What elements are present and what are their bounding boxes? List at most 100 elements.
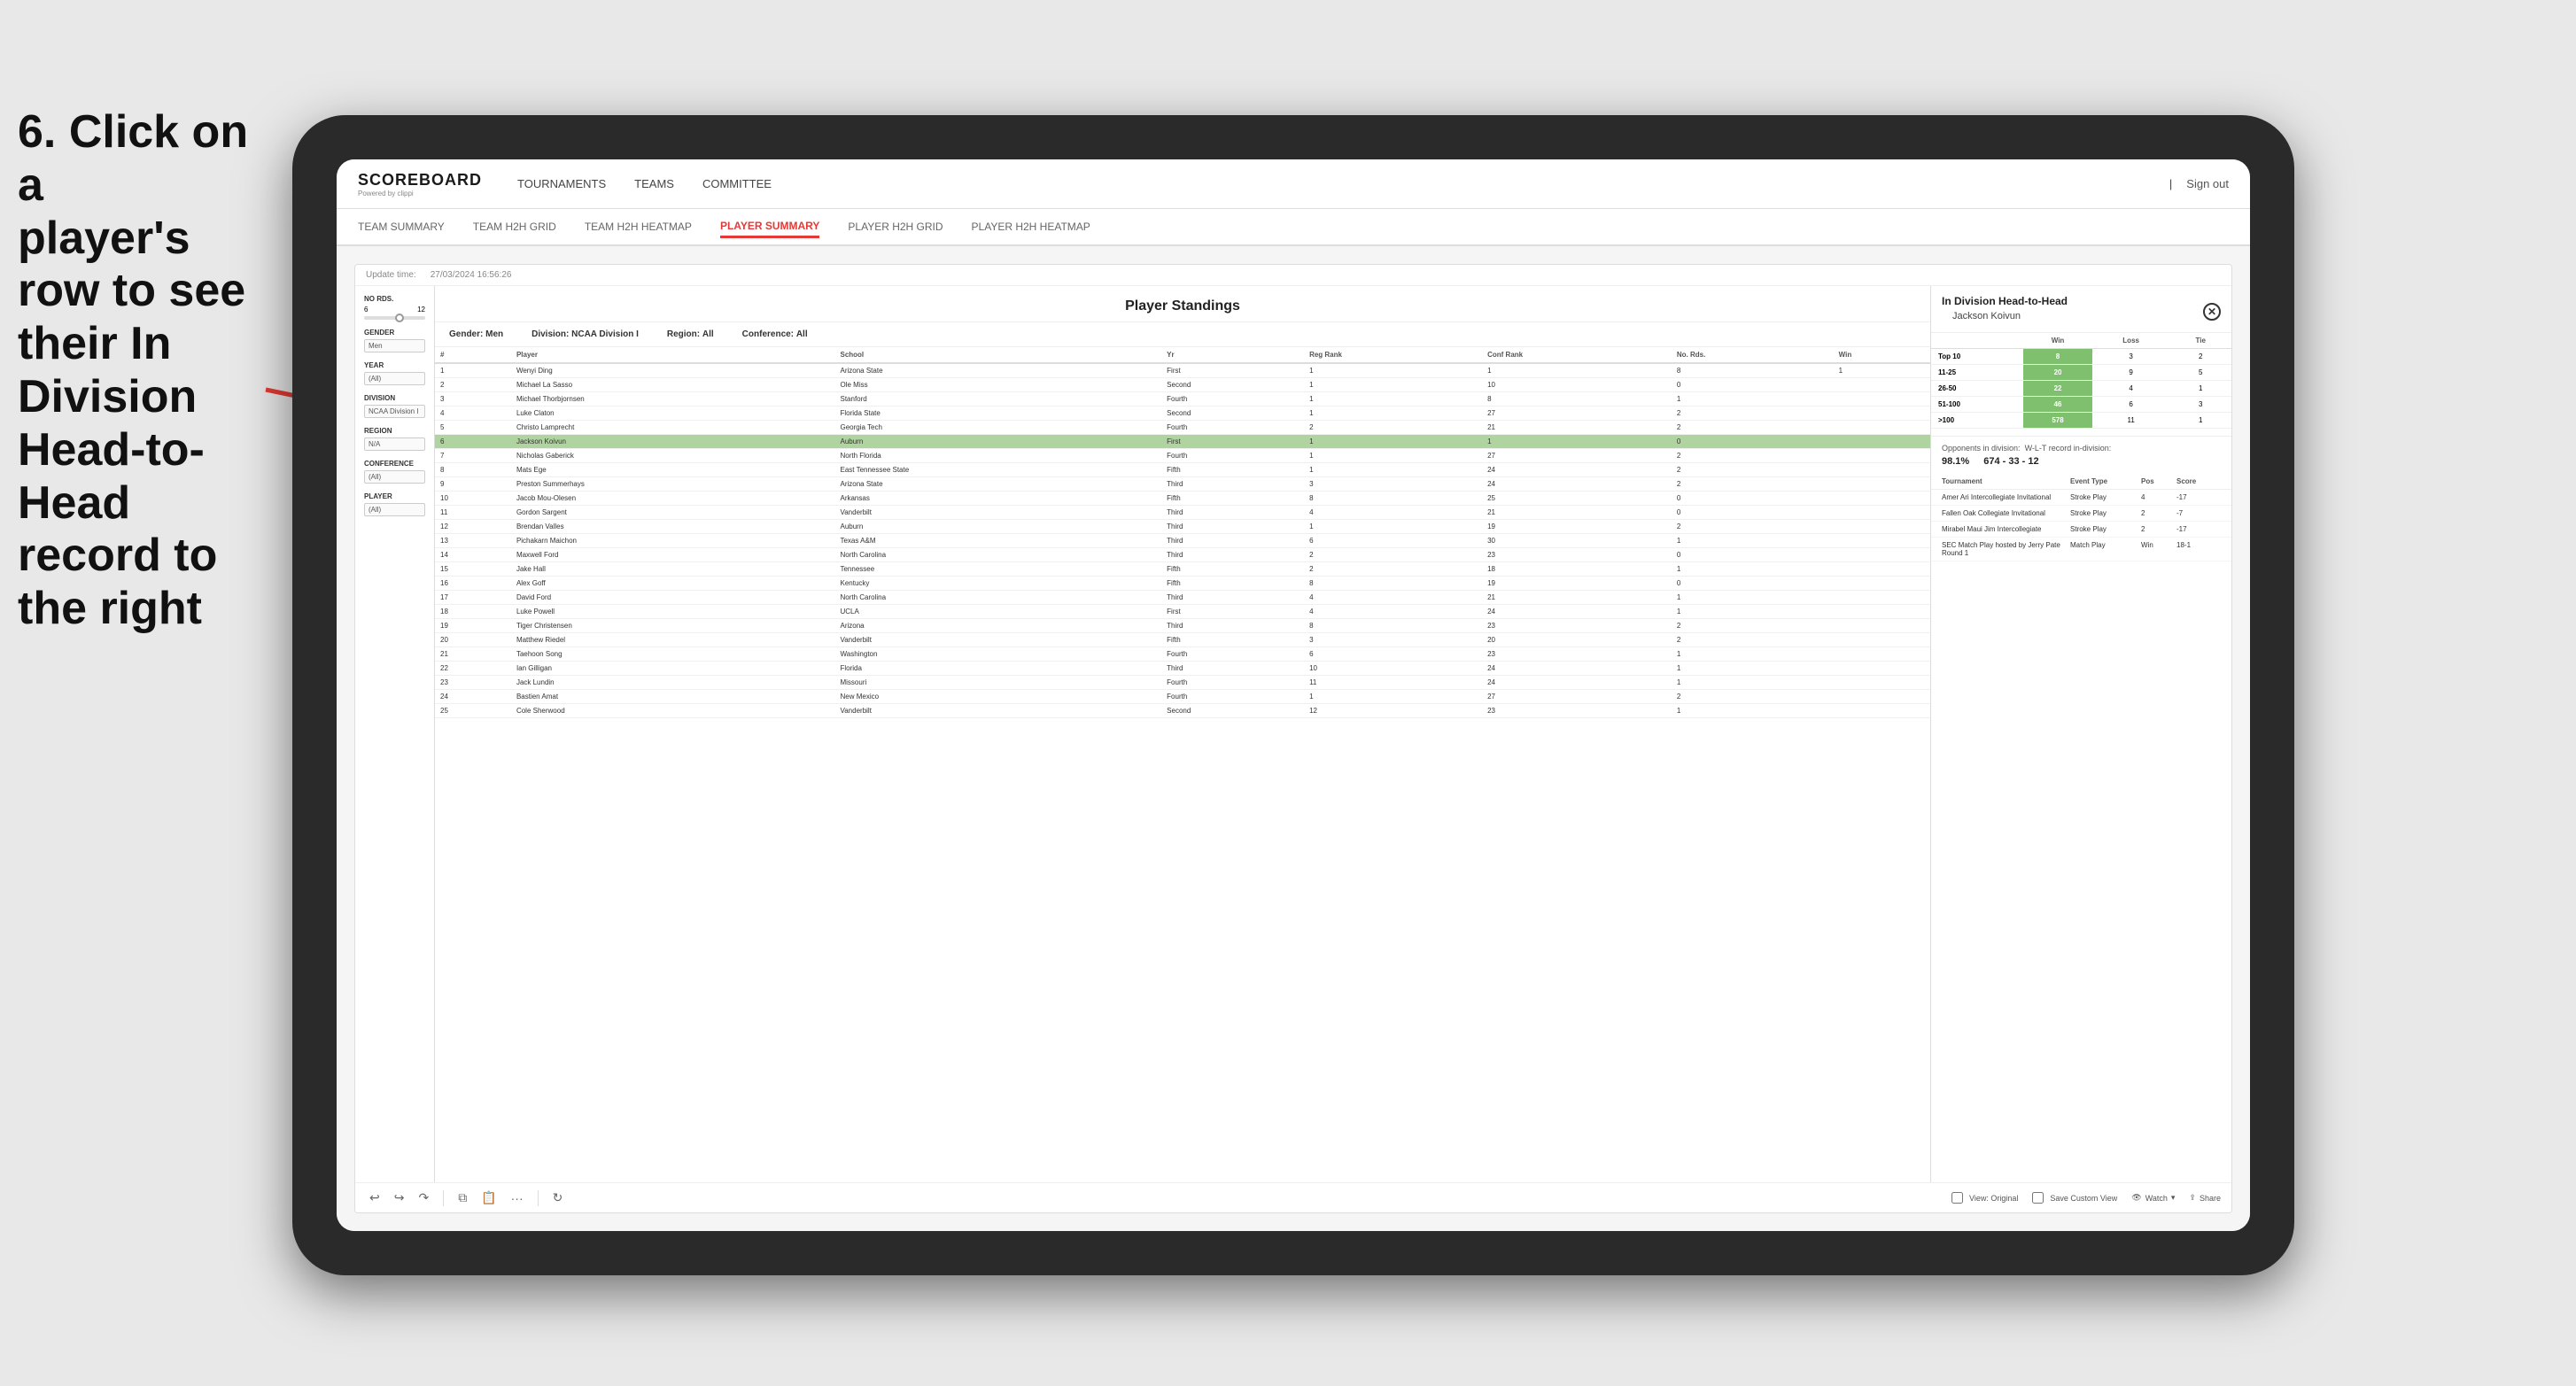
col-num: # xyxy=(435,347,511,363)
toolbar-sep1 xyxy=(443,1190,444,1206)
watch-button[interactable]: 👁 Watch ▾ xyxy=(2131,1193,2175,1203)
view-original-text: View: Original xyxy=(1969,1194,2018,1203)
rounds-slider-handle[interactable] xyxy=(395,314,404,322)
table-row[interactable]: 15 Jake Hall Tennessee Fifth 2 18 1 xyxy=(435,562,1930,577)
navbar: SCOREBOARD Powered by clippi TOURNAMENTS… xyxy=(337,159,2250,209)
cell-yr: Fourth xyxy=(1161,421,1304,435)
subnav: TEAM SUMMARY TEAM H2H GRID TEAM H2H HEAT… xyxy=(337,209,2250,246)
table-row[interactable]: 8 Mats Ege East Tennessee State Fifth 1 … xyxy=(435,463,1930,477)
table-row[interactable]: 23 Jack Lundin Missouri Fourth 11 24 1 xyxy=(435,676,1930,690)
cell-win xyxy=(1834,378,1930,392)
save-custom-label[interactable]: Save Custom View xyxy=(2032,1192,2117,1204)
table-row[interactable]: 25 Cole Sherwood Vanderbilt Second 12 23… xyxy=(435,704,1930,718)
cell-player: Cole Sherwood xyxy=(511,704,835,718)
table-row[interactable]: 6 Jackson Koivun Auburn First 1 1 0 xyxy=(435,435,1930,449)
cell-win xyxy=(1834,633,1930,647)
subnav-player-h2h-heatmap[interactable]: PLAYER H2H HEATMAP xyxy=(972,217,1090,236)
nav-tournaments[interactable]: TOURNAMENTS xyxy=(517,174,606,194)
h2h-close-button[interactable]: ✕ xyxy=(2203,303,2221,321)
cell-conf: 19 xyxy=(1482,520,1672,534)
subnav-team-summary[interactable]: TEAM SUMMARY xyxy=(358,217,445,236)
h2h-table-header: Win Loss Tie xyxy=(1931,333,2231,349)
table-row[interactable]: 18 Luke Powell UCLA First 4 24 1 xyxy=(435,605,1930,619)
cell-num: 3 xyxy=(435,392,511,407)
rounds-slider-track[interactable] xyxy=(364,316,425,320)
cell-rds: 0 xyxy=(1672,378,1834,392)
table-row[interactable]: 2 Michael La Sasso Ole Miss Second 1 10 … xyxy=(435,378,1930,392)
table-row[interactable]: 21 Taehoon Song Washington Fourth 6 23 1 xyxy=(435,647,1930,662)
cell-conf: 23 xyxy=(1482,619,1672,633)
share-button[interactable]: ⇪ Share xyxy=(2189,1193,2221,1203)
cell-reg: 1 xyxy=(1304,363,1482,378)
conference-filter-display: Conference: All xyxy=(742,329,808,339)
view-original-label[interactable]: View: Original xyxy=(1951,1192,2018,1204)
table-row[interactable]: 12 Brendan Valles Auburn Third 1 19 2 xyxy=(435,520,1930,534)
division-select[interactable]: NCAA Division I xyxy=(364,405,425,418)
cell-num: 9 xyxy=(435,477,511,492)
nav-committee[interactable]: COMMITTEE xyxy=(702,174,772,194)
cell-player: Luke Claton xyxy=(511,407,835,421)
subnav-player-h2h-grid[interactable]: PLAYER H2H GRID xyxy=(848,217,943,236)
cell-school: Missouri xyxy=(834,676,1161,690)
tour-name: SEC Match Play hosted by Jerry Pate Roun… xyxy=(1942,541,2070,557)
table-row[interactable]: 17 David Ford North Carolina Third 4 21 … xyxy=(435,591,1930,605)
cell-yr: Fourth xyxy=(1161,449,1304,463)
cell-conf: 21 xyxy=(1482,421,1672,435)
table-row[interactable]: 22 Ian Gilligan Florida Third 10 24 1 xyxy=(435,662,1930,676)
player-filter: Player (All) xyxy=(364,492,425,516)
subnav-team-h2h-grid[interactable]: TEAM H2H GRID xyxy=(473,217,556,236)
h2h-win: 22 xyxy=(2023,381,2091,397)
copy-button[interactable]: ⧉ xyxy=(454,1189,470,1207)
tour-row: Mirabel Maui Jim Intercollegiate Stroke … xyxy=(1931,522,2231,538)
table-row[interactable]: 3 Michael Thorbjornsen Stanford Fourth 1… xyxy=(435,392,1930,407)
table-row[interactable]: 7 Nicholas Gaberick North Florida Fourth… xyxy=(435,449,1930,463)
cell-rds: 2 xyxy=(1672,463,1834,477)
cell-reg: 12 xyxy=(1304,704,1482,718)
gender-select[interactable]: Men xyxy=(364,339,425,352)
table-row[interactable]: 13 Pichakarn Maichon Texas A&M Third 6 3… xyxy=(435,534,1930,548)
table-row[interactable]: 1 Wenyi Ding Arizona State First 1 1 8 1 xyxy=(435,363,1930,378)
region-select[interactable]: N/A xyxy=(364,437,425,451)
nav-teams[interactable]: TEAMS xyxy=(634,174,674,194)
cell-reg: 4 xyxy=(1304,605,1482,619)
cell-reg: 3 xyxy=(1304,633,1482,647)
save-custom-check[interactable] xyxy=(2032,1192,2044,1204)
cell-conf: 20 xyxy=(1482,633,1672,647)
table-row[interactable]: 16 Alex Goff Kentucky Fifth 8 19 0 xyxy=(435,577,1930,591)
table-row[interactable]: 11 Gordon Sargent Vanderbilt Third 4 21 … xyxy=(435,506,1930,520)
tour-type: Stroke Play xyxy=(2070,509,2141,517)
table-row[interactable]: 14 Maxwell Ford North Carolina Third 2 2… xyxy=(435,548,1930,562)
region-label: Region xyxy=(364,427,425,435)
cell-rds: 1 xyxy=(1672,647,1834,662)
h2h-stats-table: Win Loss Tie Top 10 8 3 2 11-25 20 9 5 xyxy=(1931,333,2231,429)
cell-yr: Second xyxy=(1161,704,1304,718)
cell-conf: 21 xyxy=(1482,506,1672,520)
player-select[interactable]: (All) xyxy=(364,503,425,516)
standings-table-container: # Player School Yr Reg Rank Conf Rank No… xyxy=(435,347,1930,1182)
more-button[interactable]: ··· xyxy=(508,1189,527,1207)
cell-win xyxy=(1834,421,1930,435)
redo-button[interactable]: ↪ xyxy=(391,1189,408,1207)
paste-button[interactable]: 📋 xyxy=(477,1189,500,1207)
sign-out-link[interactable]: Sign out xyxy=(2186,177,2229,190)
year-select[interactable]: (All) xyxy=(364,372,425,385)
table-row[interactable]: 9 Preston Summerhays Arizona State Third… xyxy=(435,477,1930,492)
subnav-team-h2h-heatmap[interactable]: TEAM H2H HEATMAP xyxy=(585,217,692,236)
table-row[interactable]: 19 Tiger Christensen Arizona Third 8 23 … xyxy=(435,619,1930,633)
conference-select[interactable]: (All) xyxy=(364,470,425,484)
h2h-tie: 3 xyxy=(2170,397,2231,413)
table-row[interactable]: 10 Jacob Mou-Olesen Arkansas Fifth 8 25 … xyxy=(435,492,1930,506)
tour-type: Stroke Play xyxy=(2070,525,2141,533)
table-row[interactable]: 5 Christo Lamprecht Georgia Tech Fourth … xyxy=(435,421,1930,435)
table-row[interactable]: 24 Bastien Amat New Mexico Fourth 1 27 2 xyxy=(435,690,1930,704)
h2h-loss: 9 xyxy=(2092,365,2170,381)
cell-rds: 1 xyxy=(1672,704,1834,718)
view-original-check[interactable] xyxy=(1951,1192,1963,1204)
table-row[interactable]: 20 Matthew Riedel Vanderbilt Fifth 3 20 … xyxy=(435,633,1930,647)
table-row[interactable]: 4 Luke Claton Florida State Second 1 27 … xyxy=(435,407,1930,421)
undo-button[interactable]: ↩ xyxy=(366,1189,384,1207)
cell-num: 18 xyxy=(435,605,511,619)
refresh-button[interactable]: ↻ xyxy=(549,1189,567,1207)
subnav-player-summary[interactable]: PLAYER SUMMARY xyxy=(720,216,819,238)
redo2-button[interactable]: ↷ xyxy=(415,1189,432,1207)
